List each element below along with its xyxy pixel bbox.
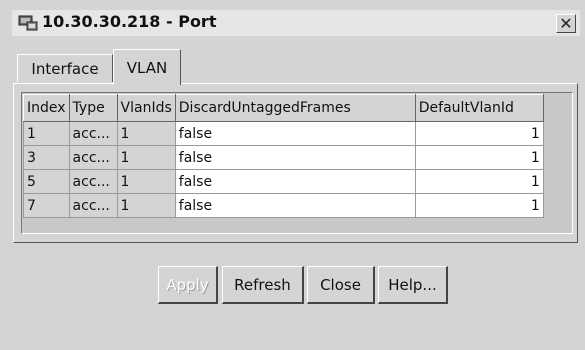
column-header-index[interactable]: Index: [23, 94, 70, 122]
cell-type: acc...: [68, 169, 118, 194]
cell-vlanids: 1: [116, 193, 176, 218]
cell-discard-untagged-frames[interactable]: false: [174, 145, 416, 170]
help-button[interactable]: Help...: [378, 266, 448, 304]
refresh-button[interactable]: Refresh: [222, 266, 304, 304]
title-bar[interactable]: 10.30.30.218 - Port ✕: [12, 10, 580, 36]
cell-vlanids: 1: [116, 145, 176, 170]
table-header-row: Index Type VlanIds DiscardUntaggedFrames…: [23, 94, 544, 122]
cell-index: 5: [23, 169, 70, 194]
window-title: 10.30.30.218 - Port: [42, 12, 217, 31]
cell-default-vlan-id[interactable]: 1: [414, 169, 544, 194]
cell-type: acc...: [68, 121, 118, 146]
tab-vlan[interactable]: VLAN: [113, 49, 181, 85]
cell-vlanids: 1: [116, 121, 176, 146]
close-window-button[interactable]: ✕: [556, 14, 576, 33]
cell-discard-untagged-frames[interactable]: false: [174, 169, 416, 194]
cell-default-vlan-id[interactable]: 1: [414, 145, 544, 170]
cell-type: acc...: [68, 193, 118, 218]
cell-default-vlan-id[interactable]: 1: [414, 121, 544, 146]
table-row[interactable]: 7 acc... 1 false 1: [23, 193, 544, 218]
cell-vlanids: 1: [116, 169, 176, 194]
cell-index: 1: [23, 121, 70, 146]
table-row[interactable]: 3 acc... 1 false 1: [23, 145, 544, 170]
tab-interface[interactable]: Interface: [17, 54, 113, 82]
network-device-icon: [18, 15, 38, 31]
apply-button[interactable]: Apply: [158, 266, 218, 304]
cell-default-vlan-id[interactable]: 1: [414, 193, 544, 218]
cell-discard-untagged-frames[interactable]: false: [174, 121, 416, 146]
cell-discard-untagged-frames[interactable]: false: [174, 193, 416, 218]
column-header-discard-untagged-frames[interactable]: DiscardUntaggedFrames: [174, 94, 416, 122]
column-header-default-vlan-id[interactable]: DefaultVlanId: [414, 94, 544, 122]
cell-index: 3: [23, 145, 70, 170]
cell-type: acc...: [68, 145, 118, 170]
table-row[interactable]: 5 acc... 1 false 1: [23, 169, 544, 194]
close-button[interactable]: Close: [307, 266, 375, 304]
close-icon: ✕: [559, 13, 573, 33]
port-dialog: 10.30.30.218 - Port ✕ Interface VLAN Ind…: [0, 0, 585, 350]
vlan-port-table: Index Type VlanIds DiscardUntaggedFrames…: [23, 94, 544, 218]
column-header-type[interactable]: Type: [68, 94, 118, 122]
cell-index: 7: [23, 193, 70, 218]
column-header-vlanids[interactable]: VlanIds: [116, 94, 176, 122]
table-row[interactable]: 1 acc... 1 false 1: [23, 121, 544, 146]
